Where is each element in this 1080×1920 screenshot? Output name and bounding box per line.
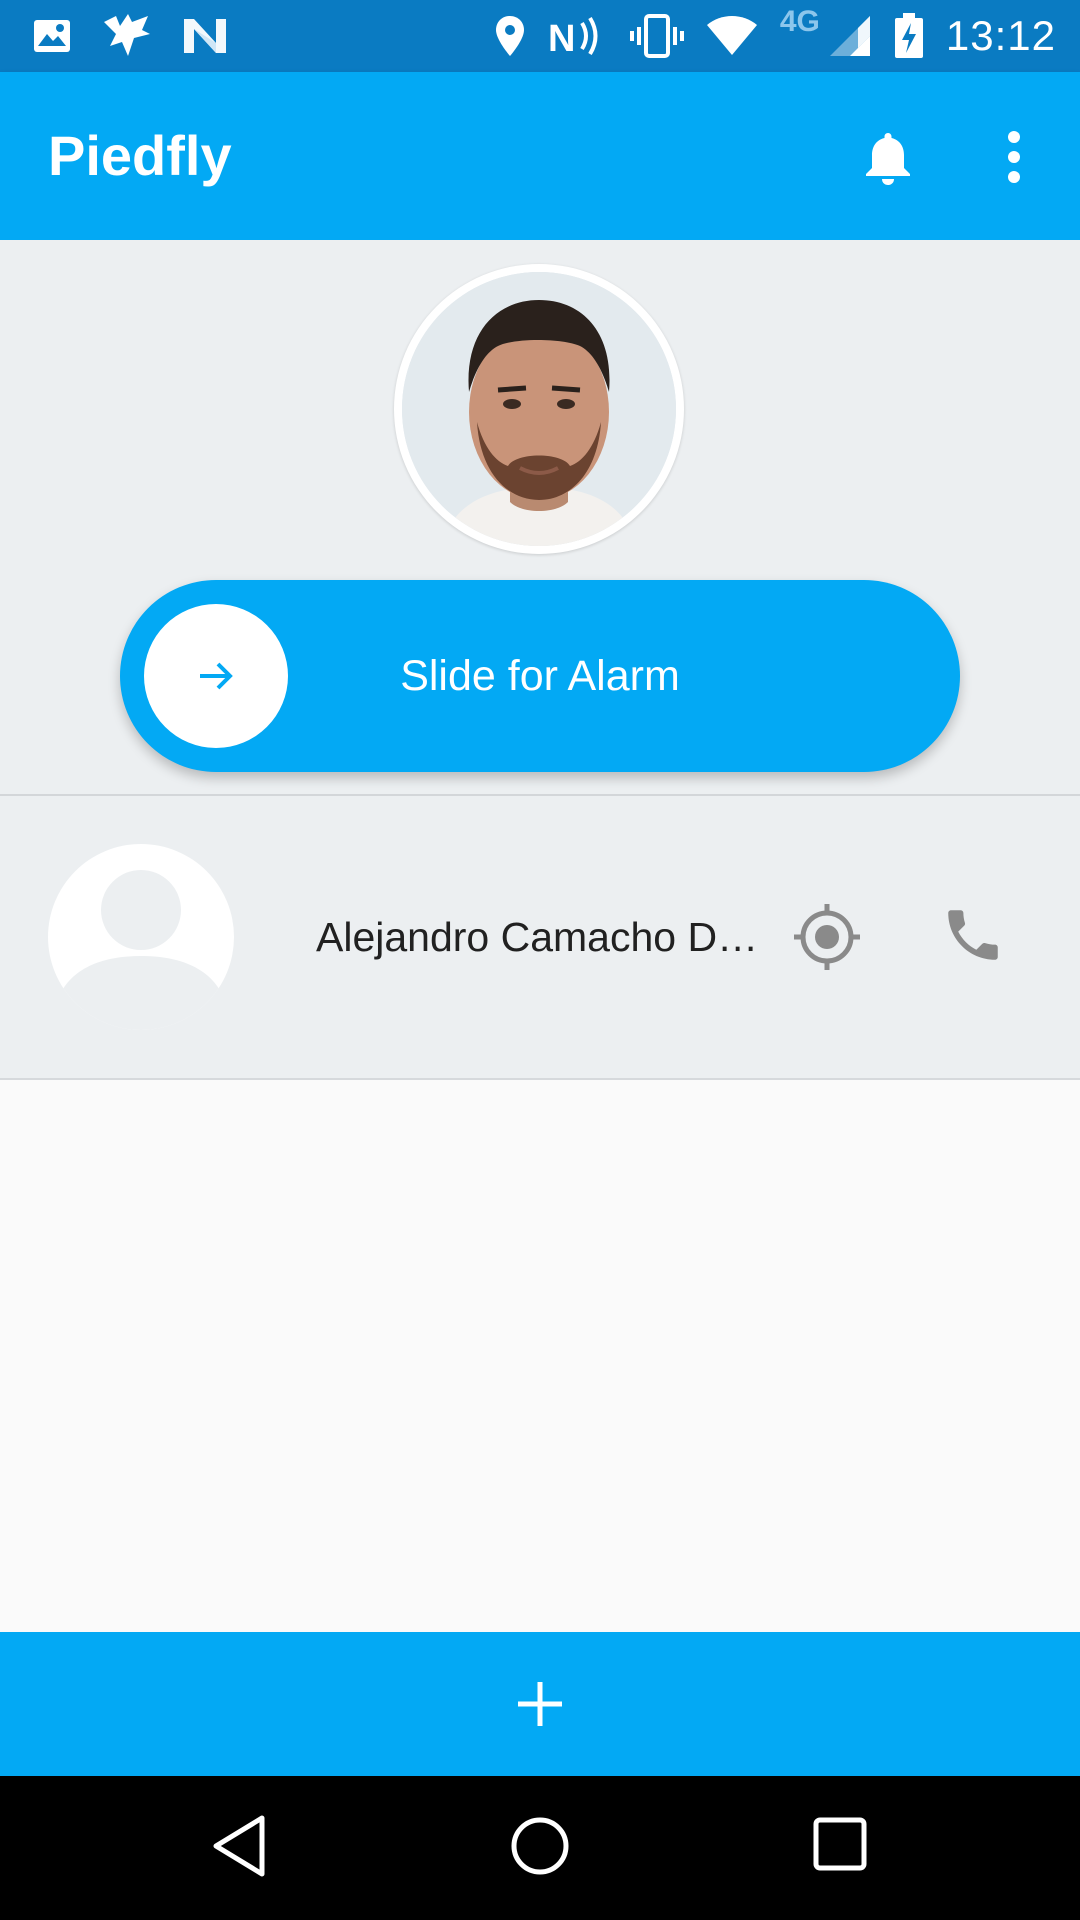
- battery-charging-icon: [894, 13, 924, 59]
- system-nav-bar: [0, 1776, 1080, 1920]
- bell-icon[interactable]: [858, 127, 918, 187]
- profile-photo: [402, 272, 676, 546]
- vibrate-icon: [629, 13, 684, 59]
- more-vert-icon[interactable]: [990, 127, 1038, 187]
- svg-text:N: N: [548, 18, 575, 59]
- home-icon[interactable]: [510, 1812, 570, 1885]
- add-contact-button[interactable]: [0, 1632, 1080, 1776]
- locate-icon[interactable]: [792, 902, 862, 972]
- recents-icon[interactable]: [812, 1814, 868, 1879]
- nfc-icon: N: [548, 13, 608, 59]
- n-logo-icon: [182, 17, 228, 55]
- arrow-right-icon: [200, 662, 233, 690]
- plus-icon: [518, 1682, 562, 1726]
- bird-icon: [102, 12, 152, 60]
- profile-section: Slide for Alarm: [0, 240, 1080, 796]
- contact-name: Alejandro Camacho Dí...: [316, 914, 761, 960]
- contact-list-item[interactable]: Alejandro Camacho Dí...: [0, 796, 1080, 1080]
- back-icon[interactable]: [210, 1812, 270, 1885]
- status-bar: N 4G 13:12: [0, 0, 1080, 72]
- image-icon: [32, 18, 72, 54]
- person-placeholder-icon: [48, 844, 234, 1030]
- signal-icon: [828, 14, 872, 58]
- location-icon: [494, 14, 526, 58]
- alarm-slider-knob[interactable]: [144, 604, 288, 748]
- phone-icon[interactable]: [940, 902, 1006, 968]
- alarm-slider[interactable]: Slide for Alarm: [120, 580, 960, 772]
- profile-avatar[interactable]: [394, 264, 684, 554]
- app-title: Piedfly: [48, 124, 232, 187]
- network-type-label: 4G: [779, 5, 820, 38]
- wifi-icon: [706, 15, 758, 57]
- clock-time: 13:12: [945, 12, 1056, 59]
- app-bar: Piedfly: [0, 72, 1080, 240]
